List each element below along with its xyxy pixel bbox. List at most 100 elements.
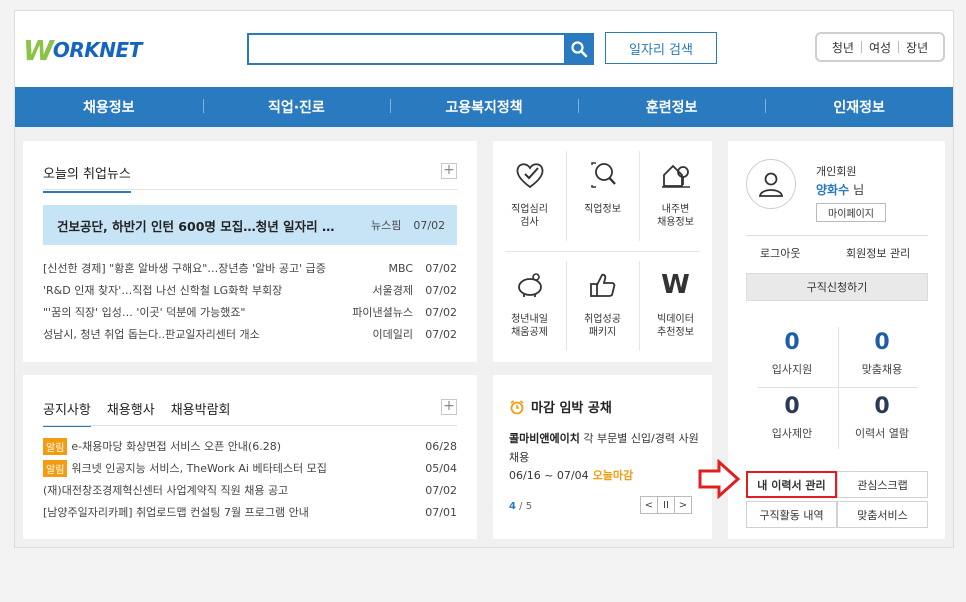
- prev-button[interactable]: <: [640, 496, 658, 514]
- deadline-controls: < II >: [640, 496, 692, 514]
- pause-button[interactable]: II: [657, 496, 675, 514]
- headline-title: 건보공단, 하반기 인턴 600명 모집…청년 일자리 …: [57, 218, 335, 234]
- divider: [43, 189, 457, 190]
- user-name: 양화수: [816, 183, 850, 197]
- news-headline[interactable]: 건보공단, 하반기 인턴 600명 모집…청년 일자리 … 뉴스핌 07/02: [43, 205, 457, 245]
- notice-tabs: 공지사항 채용행사 채용박람회: [43, 399, 247, 427]
- divider: [43, 425, 457, 426]
- stat-value: 0: [784, 330, 800, 355]
- job-search-button[interactable]: 일자리 검색: [605, 32, 717, 64]
- notice-item[interactable]: 알림 워크넷 인공지능 서비스, TheWork Ai 베타테스터 모집 05/…: [43, 459, 457, 477]
- member-info-link[interactable]: 회원정보 관리: [846, 245, 910, 261]
- notice-item-date: 06/28: [425, 439, 457, 453]
- news-item-date: 07/02: [425, 305, 457, 319]
- segment-women[interactable]: 여성: [862, 39, 898, 56]
- news-item[interactable]: "'꿈의 직장' 입성… '이곳' 덕분에 가능했죠" 파이낸셜뉴스 07/02: [43, 303, 457, 321]
- quick-label: 검사: [520, 217, 539, 228]
- deadline-job[interactable]: 콜마비앤에이치 각 부문별 신입/경력 사원 채용: [509, 429, 699, 467]
- nav-item-career[interactable]: 직업·진로: [202, 97, 391, 117]
- stat-offers[interactable]: 0 입사제안: [752, 395, 832, 441]
- pager-total: / 5: [519, 501, 533, 512]
- news-panel: 오늘의 취업뉴스 + 건보공단, 하반기 인턴 600명 모집…청년 일자리 ……: [23, 141, 477, 362]
- next-button[interactable]: >: [674, 496, 692, 514]
- divider: [758, 387, 918, 388]
- user-panel: 개인회원 양화수 님 마이페이지 로그아웃 회원정보 관리 구직신청하기 0 입사…: [728, 141, 945, 539]
- stat-label: 이력서 열람: [854, 427, 910, 440]
- quick-label: 직업정보: [584, 204, 621, 215]
- mypage-button[interactable]: 마이페이지: [816, 203, 886, 222]
- divider: [505, 251, 700, 252]
- logout-link[interactable]: 로그아웃: [760, 245, 800, 261]
- tab-recruit-events[interactable]: 채용행사: [107, 399, 155, 427]
- notice-badge: 알림: [43, 459, 68, 477]
- quick-label: 취업성공: [584, 314, 621, 325]
- news-item[interactable]: [신선한 경제] "황혼 알바생 구해요"…장년층 '알바 공고' 급증 MBC…: [43, 259, 457, 277]
- quick-label: 직업심리: [511, 204, 548, 215]
- custom-service-button[interactable]: 맞춤서비스: [837, 501, 928, 528]
- thumbs-up-icon: [586, 269, 620, 301]
- avatar: [746, 159, 796, 209]
- quick-item-job-info[interactable]: 직업정보: [566, 145, 639, 245]
- job-activity-button[interactable]: 구직활동 내역: [746, 501, 837, 528]
- quick-item-bigdata[interactable]: W 빅데이터추천정보: [639, 255, 712, 355]
- nav-item-welfare-policy[interactable]: 고용복지정책: [390, 97, 578, 117]
- news-more-button[interactable]: +: [441, 163, 457, 179]
- stat-label: 입사제안: [771, 427, 813, 440]
- quick-item-job-psych-test[interactable]: 직업심리검사: [493, 145, 566, 245]
- stat-label: 입사지원: [771, 363, 813, 376]
- stat-resume-views[interactable]: 0 이력서 열람: [842, 395, 922, 441]
- user-suffix: 님: [853, 183, 865, 197]
- news-item-date: 07/02: [425, 283, 457, 297]
- piggy-bank-icon: [513, 269, 547, 301]
- news-item-title: [신선한 경제] "황혼 알바생 구해요"…장년층 '알바 공고' 급증: [43, 262, 326, 275]
- quick-item-nearby-jobs[interactable]: 내주변 채용정보: [639, 145, 712, 245]
- nav-item-jobs[interactable]: 채용정보: [15, 97, 203, 117]
- w-letter-icon: W: [661, 270, 690, 300]
- news-item[interactable]: 'R&D 인재 찾자'…직접 나선 신학철 LG화학 부회장 서울경제 07/0…: [43, 281, 457, 299]
- stat-custom-jobs[interactable]: 0 맞춤채용: [842, 331, 922, 377]
- news-item-source: 파이낸셜뉴스: [352, 306, 413, 319]
- news-item-title: "'꿈의 직장' 입성… '이곳' 덕분에 가능했죠": [43, 306, 246, 319]
- search-button[interactable]: [564, 33, 594, 65]
- notice-item[interactable]: 알림 e-채용마당 화상면접 서비스 오픈 안내(6.28) 06/28: [43, 437, 457, 455]
- quick-label: 빅데이터: [657, 314, 694, 325]
- member-type: 개인회원: [816, 165, 857, 178]
- segment-youth[interactable]: 청년: [825, 39, 861, 56]
- quick-item-success-package[interactable]: 취업성공 패키지: [566, 255, 639, 355]
- tab-notices[interactable]: 공지사항: [43, 399, 91, 427]
- news-item-title: 'R&D 인재 찾자'…직접 나선 신학철 LG화학 부회장: [43, 284, 283, 297]
- news-item[interactable]: 성남시, 청년 취업 돕는다..판교일자리센터 개소 이데일리 07/02: [43, 325, 457, 343]
- quick-menu: 직업심리검사 직업정보 내주변채용정보 청년내일채움공제 취업성공패키지: [493, 141, 712, 362]
- scrap-button[interactable]: 관심스크랩: [837, 471, 928, 498]
- quick-label: 내주변: [661, 204, 690, 215]
- notice-item-title: e-채용마당 화상면접 서비스 오픈 안내(6.28): [71, 440, 282, 453]
- news-item-source: 서울경제: [372, 284, 413, 297]
- deadline-pager: 4 / 5: [509, 501, 532, 512]
- quick-label: 추천정보: [657, 327, 694, 338]
- stat-value: 0: [874, 330, 890, 355]
- quick-label: 채움공제: [511, 327, 548, 338]
- deadline-company: 콜마비앤에이치: [509, 432, 580, 445]
- notice-item-date: 05/04: [425, 461, 457, 475]
- notice-item[interactable]: [남양주일자리카페] 취업로드맵 컨설팅 7월 프로그램 안내 07/01: [43, 503, 457, 521]
- worknet-logo[interactable]: W ORKNET: [23, 34, 142, 67]
- deadline-title: 마감 임박 공채: [531, 401, 612, 416]
- nav-item-training[interactable]: 훈련정보: [577, 97, 766, 117]
- headline-source: 뉴스핌: [371, 219, 402, 232]
- deadline-status: 오늘마감: [592, 469, 634, 482]
- annotation-arrow-icon: [698, 459, 741, 499]
- notice-item[interactable]: (재)대전창조경제혁신센터 사업계약직 직원 채용 공고 07/02: [43, 481, 457, 499]
- my-resume-button[interactable]: 내 이력서 관리: [746, 471, 837, 498]
- logo-text: ORKNET: [52, 38, 142, 62]
- quick-item-youth-mutual-aid[interactable]: 청년내일 채움공제: [493, 255, 566, 355]
- notice-item-title: (재)대전창조경제혁신센터 사업계약직 직원 채용 공고: [43, 484, 289, 497]
- segment-middle-aged[interactable]: 장년: [899, 39, 935, 56]
- audience-selector: 청년 여성 장년: [815, 32, 945, 62]
- nav-item-talent[interactable]: 인재정보: [765, 97, 953, 117]
- job-apply-button[interactable]: 구직신청하기: [746, 273, 928, 301]
- search-input[interactable]: [247, 33, 581, 65]
- stat-applications[interactable]: 0 입사지원: [752, 331, 832, 377]
- notice-more-button[interactable]: +: [441, 399, 457, 415]
- tab-job-fairs[interactable]: 채용박람회: [171, 399, 231, 427]
- magnifier-icon: [586, 159, 620, 191]
